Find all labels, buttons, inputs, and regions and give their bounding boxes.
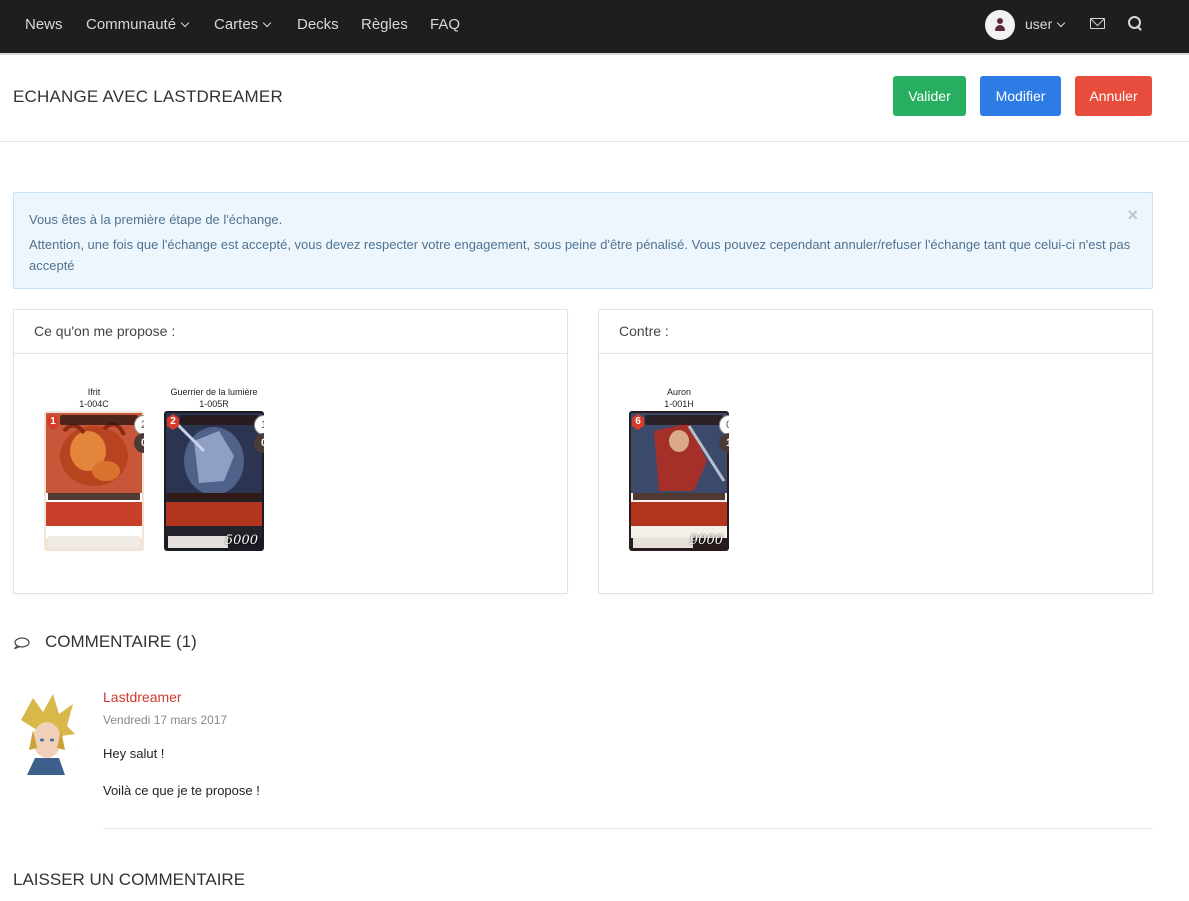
comment-text-line-1: Hey salut !	[103, 746, 165, 761]
card-title-bar	[180, 415, 258, 425]
card-title-bar	[60, 415, 138, 425]
chevron-down-icon	[180, 18, 190, 28]
alert-line-2: Attention, une fois que l'échange est ac…	[29, 237, 1131, 273]
chevron-down-icon	[262, 18, 272, 28]
trade-card-guerrier[interactable]: Guerrier de la lumière 1-005R 2 5000 1 0	[164, 386, 264, 551]
chevron-down-icon	[1056, 18, 1066, 28]
card-type-bar	[168, 493, 260, 500]
card-art	[164, 411, 264, 551]
user-name: user	[1025, 16, 1053, 32]
card-image: 6 9000 0 1	[629, 411, 729, 551]
user-avatar-icon[interactable]	[985, 10, 1015, 40]
offer-panel: Ce qu'on me propose : Ifrit 1-004C 1 2 0	[13, 309, 568, 594]
card-footer	[48, 536, 140, 548]
comments-heading: COMMENTAIRE (1)	[13, 632, 197, 652]
against-panel-title: Contre :	[599, 310, 1152, 354]
card-art	[44, 411, 144, 551]
comment-date: Vendredi 17 mars 2017	[103, 713, 228, 727]
nav-item-label: FAQ	[430, 16, 461, 33]
nav-item-news[interactable]: News	[25, 16, 63, 34]
card-name: Ifrit	[87, 387, 101, 397]
nav-item-communaute[interactable]: Communauté	[86, 16, 190, 34]
commenter-avatar	[21, 694, 75, 775]
info-alert: Vous êtes à la première étape de l'échan…	[13, 192, 1153, 289]
comment-divider	[103, 828, 1153, 829]
card-name: Auron	[666, 387, 692, 397]
nav-item-cartes[interactable]: Cartes	[214, 16, 272, 34]
nav-item-label: News	[25, 16, 63, 33]
card-title-bar	[645, 415, 723, 425]
alert-line-1: Vous êtes à la première étape de l'échan…	[29, 212, 283, 227]
card-footer	[633, 536, 693, 548]
search-icon[interactable]	[1128, 16, 1144, 32]
top-navbar: News Communauté Cartes Decks Règles FAQ …	[0, 0, 1189, 55]
card-image: 2 5000 1 0	[164, 411, 264, 551]
trade-card-ifrit[interactable]: Ifrit 1-004C 1 2 0	[44, 386, 144, 551]
nav-item-regles[interactable]: Règles	[361, 16, 408, 34]
against-panel: Contre : Auron 1-001H 6 9000 0 1	[598, 309, 1153, 594]
card-image: 1 2 0	[44, 411, 144, 551]
nav-item-label: Communauté	[86, 16, 177, 33]
cancel-button[interactable]: Annuler	[1075, 76, 1152, 116]
validate-button[interactable]: Valider	[893, 76, 966, 116]
comments-heading-text: COMMENTAIRE (1)	[45, 632, 197, 651]
user-menu[interactable]: user	[1025, 16, 1066, 32]
card-code: 1-004C	[79, 399, 109, 409]
card-type-bar	[48, 493, 140, 500]
card-code: 1-005R	[199, 399, 229, 409]
close-icon[interactable]: ×	[1127, 205, 1138, 226]
nav-item-decks[interactable]: Decks	[297, 16, 339, 34]
envelope-icon[interactable]	[1090, 18, 1105, 29]
leave-comment-heading: LAISSER UN COMMENTAIRE	[13, 870, 246, 889]
card-name: Guerrier de la lumière	[170, 387, 258, 397]
nav-item-label: Règles	[361, 16, 408, 33]
nav-item-label: Decks	[297, 16, 339, 33]
trade-card-auron[interactable]: Auron 1-001H 6 9000 0 1	[629, 386, 729, 551]
offer-panel-title: Ce qu'on me propose :	[14, 310, 567, 354]
nav-item-faq[interactable]: FAQ	[430, 16, 460, 34]
card-power: 5000	[224, 533, 258, 548]
header-divider	[0, 141, 1189, 142]
comment-author-link[interactable]: Lastdreamer	[103, 689, 182, 705]
card-power: 9000	[689, 533, 723, 548]
nav-item-label: Cartes	[214, 16, 259, 33]
card-footer	[168, 536, 228, 548]
card-type-bar	[633, 493, 725, 500]
comment-text-line-2: Voilà ce que je te propose !	[103, 783, 260, 798]
edit-button[interactable]: Modifier	[980, 76, 1061, 116]
page-title: ECHANGE AVEC LASTDREAMER	[13, 87, 283, 106]
card-art	[629, 411, 729, 551]
card-code: 1-001H	[664, 399, 694, 409]
